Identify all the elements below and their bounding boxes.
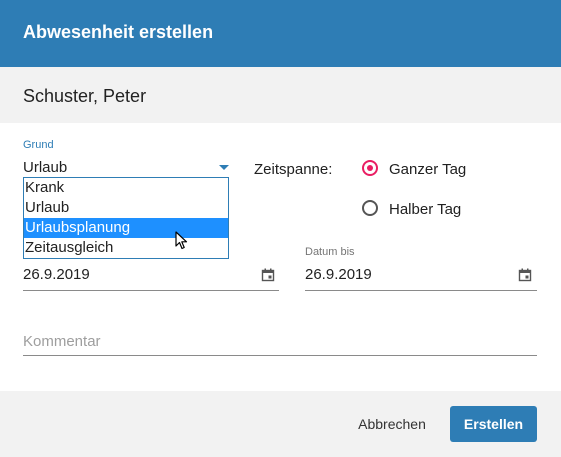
datum-bis-underline — [305, 290, 537, 291]
zeitspanne-label: Zeitspanne: — [254, 161, 333, 178]
grund-dropdown-list: Krank Urlaub Urlaubsplanung Zeitausgleic… — [23, 177, 229, 259]
employee-name: Schuster, Peter — [23, 86, 147, 106]
dialog-body: Grund Urlaub Krank Urlaub Urlaubsplanung… — [0, 123, 561, 391]
dialog-footer: Abbrechen Erstellen — [0, 391, 561, 457]
radio-ganzer-tag-label[interactable]: Ganzer Tag — [389, 161, 466, 178]
datum-bis-input[interactable]: 26.9.2019 — [305, 266, 372, 283]
create-button[interactable]: Erstellen — [450, 406, 537, 442]
grund-option-krank[interactable]: Krank — [24, 178, 228, 198]
dropdown-arrow-icon[interactable] — [219, 165, 229, 170]
kommentar-input[interactable]: Kommentar — [23, 333, 101, 350]
radio-halber-tag-label[interactable]: Halber Tag — [389, 201, 461, 218]
mouse-cursor-icon — [175, 231, 188, 250]
datum-bis-label: Datum bis — [305, 246, 355, 258]
cancel-button[interactable]: Abbrechen — [346, 407, 438, 441]
grund-option-zeitausgleich[interactable]: Zeitausgleich — [24, 238, 228, 258]
calendar-icon[interactable] — [518, 268, 532, 282]
radio-halber-tag[interactable] — [362, 200, 378, 216]
grund-select-value[interactable]: Urlaub — [23, 159, 67, 176]
dialog-title: Abwesenheit erstellen — [23, 22, 214, 42]
dialog-header: Abwesenheit erstellen — [0, 0, 561, 67]
datum-von-underline — [23, 290, 279, 291]
grund-label: Grund — [23, 139, 54, 151]
grund-option-urlaub[interactable]: Urlaub — [24, 198, 228, 218]
grund-option-urlaubsplanung[interactable]: Urlaubsplanung — [24, 218, 228, 238]
kommentar-underline — [23, 355, 537, 356]
calendar-icon[interactable] — [261, 268, 275, 282]
datum-von-input[interactable]: 26.9.2019 — [23, 266, 90, 283]
employee-bar: Schuster, Peter — [0, 67, 561, 123]
radio-ganzer-tag[interactable] — [362, 160, 378, 176]
